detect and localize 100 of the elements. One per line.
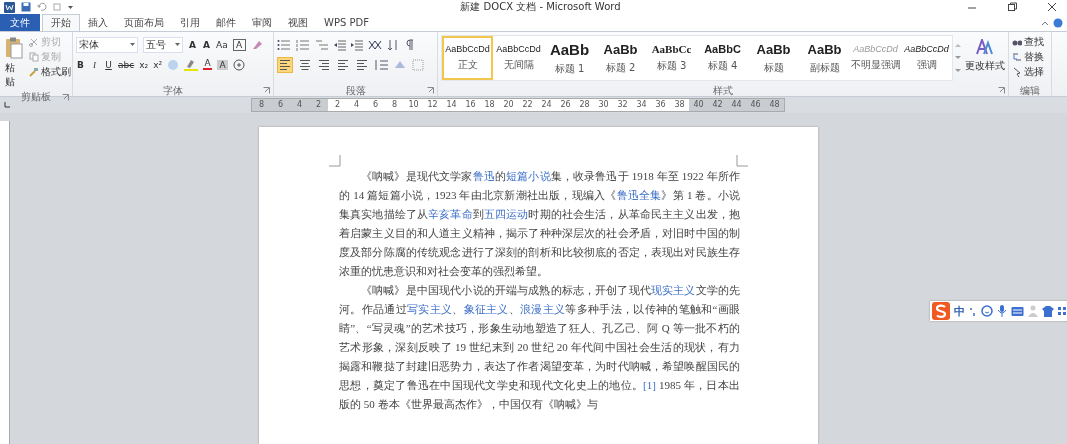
highlighter-icon[interactable] [184, 58, 199, 71]
hyperlink[interactable]: 现实主义 [650, 284, 696, 296]
ribbon-tab[interactable]: 视图 [280, 14, 316, 31]
ruler-number: 4 [352, 99, 361, 111]
style-option[interactable]: AaBbCcDd 无间隔 [493, 36, 544, 80]
hyperlink[interactable]: 辛亥革命 [428, 208, 473, 220]
multilevel-list-icon[interactable] [315, 38, 329, 51]
help-icon[interactable] [1053, 17, 1063, 28]
character-border-icon[interactable] [233, 58, 246, 71]
smiley-icon[interactable] [981, 305, 993, 317]
ruler-number: 28 [578, 99, 591, 111]
alignment-button[interactable] [277, 56, 293, 73]
paragraph-marks-icon[interactable] [404, 38, 414, 51]
ribbon-tab[interactable]: 引用 [172, 14, 208, 31]
paste-button[interactable]: 粘贴 [3, 35, 25, 91]
ruler-number: 24 [540, 99, 553, 111]
body-paragraph: 《呐喊》是中国现代小说的开端与成熟的标志，开创了现代现实主义文学的先河。作品通过写实主义、象征主义、浪漫主义等多种手法，以传神的笔触和“画眼睛”、“写灵魂”的艺术技巧，形象生动地塑造了狂人、孔乙己、阿 Q 等一批不朽的艺术形象，深刻反映了 19 世纪末到 20 世纪 20 年代间中国社会生活的现状，有力揭露和鞭挞了封建旧恶势力，表达了作者渴望变革，为时代呐喊，希望唤醒国民的思想，奠定了鲁迅在中国现代文学史和现代文化史上的地位。[1] 1985 年，日本出版的 50 卷本《世界最高杰作》，中国仅有《呐喊》与 [339, 283, 740, 412]
format-button[interactable]: x₂ [139, 59, 149, 70]
style-option[interactable]: AaBbCc 标题 3 [646, 36, 697, 80]
hyperlink[interactable]: 象征主义 [463, 303, 509, 315]
ruler-number: 6 [371, 99, 380, 111]
editing-button[interactable]: 查找 [1012, 35, 1048, 49]
dropdown-arrow-icon [175, 42, 180, 47]
format-button[interactable]: B [76, 59, 85, 70]
increase-indent-icon[interactable] [351, 38, 363, 51]
hyperlink[interactable]: 五四运动 [483, 208, 529, 220]
dropdown-arrow-icon [130, 42, 135, 47]
alignment-button[interactable] [298, 57, 312, 72]
clear-formatting-icon[interactable] [250, 38, 263, 51]
file-tab[interactable]: 文件 [0, 14, 40, 31]
scroll-down-icon[interactable] [955, 55, 961, 61]
ruler-number: 10 [407, 99, 420, 111]
editing-button[interactable]: 替换 [1012, 50, 1048, 64]
cut-icon [29, 37, 39, 47]
ribbon-tab[interactable]: 插入 [80, 14, 116, 31]
format-button[interactable]: abc [118, 59, 135, 70]
shirt-icon[interactable] [1042, 305, 1054, 317]
format-button[interactable]: A [188, 39, 197, 50]
format-button[interactable]: I [90, 59, 99, 70]
ruler-number: 2 [333, 99, 342, 111]
dialog-launcher-icon[interactable] [998, 87, 1005, 94]
save-icon[interactable] [21, 2, 31, 12]
format-button[interactable]: A [217, 59, 229, 70]
ribbon-tab[interactable]: 审阅 [244, 14, 280, 31]
input-mode-label[interactable]: 中 [954, 303, 965, 319]
style-option[interactable]: AaBbCcDd 不明显强调 [850, 36, 901, 80]
style-option[interactable]: AaBbCcDd 强调 [901, 36, 952, 80]
ruler-number: 38 [673, 99, 686, 111]
hyperlink[interactable]: 鲁迅全集 [616, 189, 662, 201]
editing-button[interactable]: 选择 [1012, 65, 1048, 79]
alignment-button[interactable] [317, 57, 331, 72]
decrease-indent-icon[interactable] [334, 38, 346, 51]
alignment-button[interactable] [336, 57, 350, 72]
format-button[interactable]: A [203, 59, 213, 70]
ruler-number: 18 [483, 99, 496, 111]
format-button[interactable]: A [202, 39, 211, 50]
tab-selector-icon[interactable] [3, 101, 11, 109]
microphone-icon[interactable] [997, 305, 1007, 317]
hyperlink[interactable]: 写实主义 [406, 303, 453, 315]
style-option[interactable]: AaBb 副标题 [799, 36, 850, 80]
style-option[interactable]: AaBbCcDd 正文 [442, 36, 493, 80]
format-button[interactable]: U [104, 59, 113, 70]
close-icon[interactable] [1047, 2, 1057, 12]
style-option[interactable]: AaBb 标题 1 [544, 36, 595, 80]
undo-icon[interactable] [37, 2, 47, 12]
sort-icon[interactable] [387, 38, 399, 51]
hyperlink[interactable]: 短篇小说 [506, 170, 551, 182]
chinese-layout-icon[interactable] [368, 38, 382, 51]
ruler-number: 30 [597, 99, 610, 111]
font-size-field[interactable]: 五号 [143, 36, 183, 53]
ribbon-tab[interactable]: 邮件 [208, 14, 244, 31]
ribbon-tab[interactable]: 页面布局 [116, 14, 172, 31]
change-styles-button[interactable]: 更改样式 [963, 35, 1007, 84]
ruler-number: 44 [730, 99, 743, 111]
alignment-button[interactable] [355, 57, 369, 72]
ribbon-tab[interactable]: WPS PDF [316, 14, 377, 31]
keyboard-icon[interactable] [1011, 305, 1024, 317]
copy-icon [29, 52, 39, 62]
hyperlink[interactable]: 鲁迅 [472, 170, 495, 182]
hyperlink[interactable]: 浪漫主义 [520, 303, 566, 315]
replace-icon [1012, 52, 1022, 62]
restore-icon[interactable] [1007, 2, 1017, 12]
clipboard-button[interactable]: 格式刷 [29, 65, 71, 79]
punctuation-icon[interactable] [969, 305, 977, 317]
font-name-field[interactable]: 宋体 [76, 36, 138, 53]
dialog-launcher-icon[interactable] [263, 87, 270, 94]
more-styles-icon[interactable] [955, 68, 961, 74]
format-button[interactable]: A [232, 38, 246, 51]
style-option[interactable]: AaBb 标题 2 [595, 36, 646, 80]
format-button[interactable]: x² [153, 59, 163, 70]
input-method-toolbar[interactable]: 中 [930, 301, 1067, 321]
style-option[interactable]: AaBbC 标题 4 [697, 36, 748, 80]
dialog-launcher-icon[interactable] [427, 87, 434, 94]
ribbon-tab[interactable]: 开始 [42, 14, 80, 31]
hyperlink[interactable]: [1] [643, 379, 656, 391]
grid-icon[interactable] [1058, 305, 1066, 317]
style-option[interactable]: AaBb 标题 [748, 36, 799, 80]
line-spacing-icon[interactable] [374, 58, 388, 71]
format-button[interactable]: Aa [216, 39, 228, 50]
bullet-list-icon[interactable] [277, 38, 291, 51]
